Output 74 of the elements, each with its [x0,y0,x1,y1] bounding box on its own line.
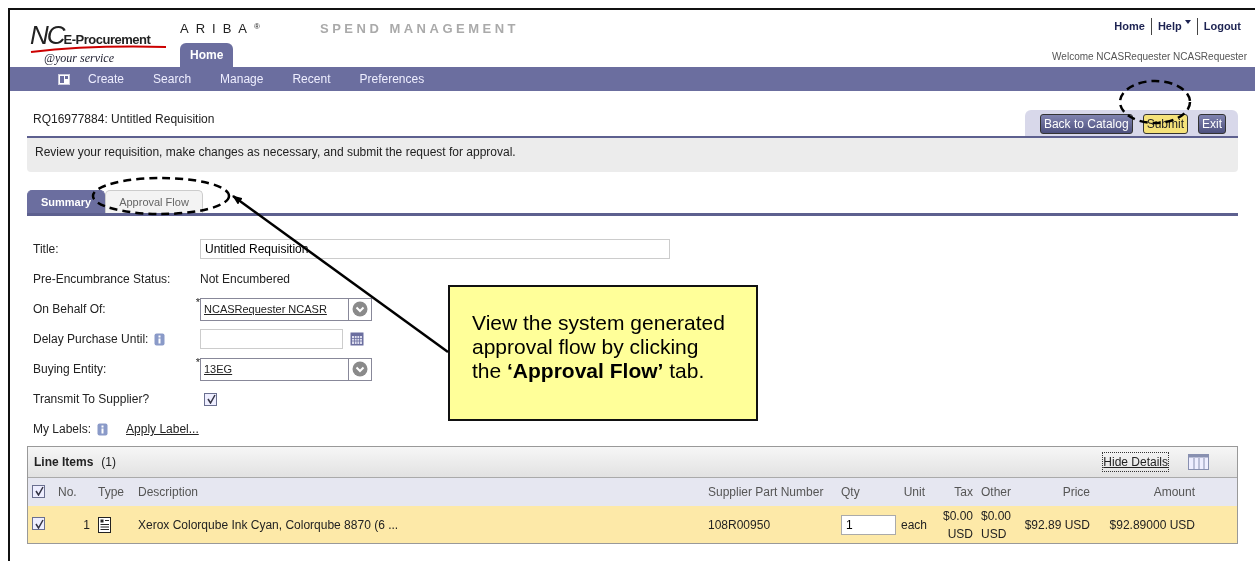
check-icon [33,518,44,529]
action-button[interactable]: Submit [1142,114,1188,134]
action-button[interactable]: Back to Catalog [1039,114,1133,134]
home-tab[interactable]: Home [180,43,234,68]
tab[interactable]: Summary [27,189,106,213]
apply-label-link[interactable]: Apply Label... [126,420,199,438]
column-header: Qty [837,478,897,506]
column-header: Price [1019,478,1094,506]
top-link[interactable]: Home [1108,18,1151,35]
column-header: Description [134,478,704,506]
nav-link[interactable]: Search [153,70,192,88]
action-button[interactable]: Exit [1198,114,1226,134]
nav-link[interactable]: Manage [220,70,264,88]
chooser-field[interactable]: 13EG [200,357,372,381]
check-icon [205,394,216,404]
hide-details-link[interactable]: Hide Details [1103,453,1168,471]
field-label: On Behalf Of: [33,301,106,318]
tab[interactable]: Approval Flow [105,189,203,213]
nav-link[interactable]: Recent [292,70,331,88]
logo-initials: NC [30,20,64,50]
product-name: SPEND MANAGEMENT [320,20,519,38]
table-cell: 108R00950 [704,506,837,543]
table-cell: $0.00 USD [977,506,1019,543]
logo-tagline: @your service [44,52,114,64]
table-cell: $92.89 USD [1019,506,1094,543]
checkbox[interactable] [204,392,217,406]
welcome-text: Welcome NCASRequester NCASRequester [1052,49,1247,64]
top-link[interactable]: Help [1150,18,1197,35]
date-field[interactable] [200,329,343,349]
instruction-message: Review your requisition, make changes as necessary, and submit the request for approval. [27,136,1238,172]
field-label: Title: [33,241,59,258]
required-marker: * [194,295,200,310]
column-header: Unit [897,478,929,506]
calendar-icon[interactable] [350,332,364,346]
field-label: Pre-Encumbrance Status: [33,271,171,288]
panel-title: Line Items [34,454,94,471]
field-label: Transmit To Supplier? [33,391,150,408]
check-icon [33,486,44,496]
item-count: (1) [101,454,117,471]
table-cell: $0.00 USD [929,506,977,543]
required-marker: * [194,355,200,370]
info-icon[interactable] [154,332,166,346]
top-link[interactable]: Logout [1196,18,1247,35]
column-header: Supplier Part Number [704,478,837,506]
dropdown-icon[interactable] [352,301,368,317]
layout-icon[interactable] [58,73,70,85]
table-cell: Xerox Colorqube Ink Cyan, Colorqube 8870 (6 ... [134,506,704,543]
info-icon[interactable] [97,422,109,436]
field-label: Delay Purchase Until: [33,331,149,348]
nav-link[interactable]: Preferences [359,70,425,88]
columns-icon[interactable] [1188,454,1209,470]
checkbox[interactable] [32,484,45,498]
column-header: Tax [929,478,977,506]
field-value: Not Encumbered [200,271,291,288]
field-label: Buying Entity: [33,361,107,378]
column-header: Amount [1094,478,1199,506]
checkbox[interactable] [32,517,45,530]
field-label: My Labels: [33,421,92,438]
column-header: Type [94,478,134,506]
callout-note: View the system generated approval flow by clicking the ‘Approval Flow’ tab. [448,285,758,421]
nav-link[interactable]: Create [88,70,125,88]
document-icon [98,517,111,534]
chooser-field[interactable]: NCASRequester NCASR [200,297,372,321]
column-header: No. [54,478,94,506]
table-cell: each [897,506,929,543]
quantity-field[interactable]: 1 [841,514,896,535]
logo-name: E-Procurement [63,32,151,47]
brand-wordmark: ARIBA$^{®}$ [180,22,261,35]
page-title: RQ16977884: Untitled Requisition [32,111,215,128]
dropdown-icon[interactable] [352,361,368,377]
column-header: Other [977,478,1019,506]
title-field[interactable]: Untitled Requisition [200,239,670,259]
table-cell: $92.89000 USD [1094,506,1199,543]
table-cell: 1 [54,506,94,543]
